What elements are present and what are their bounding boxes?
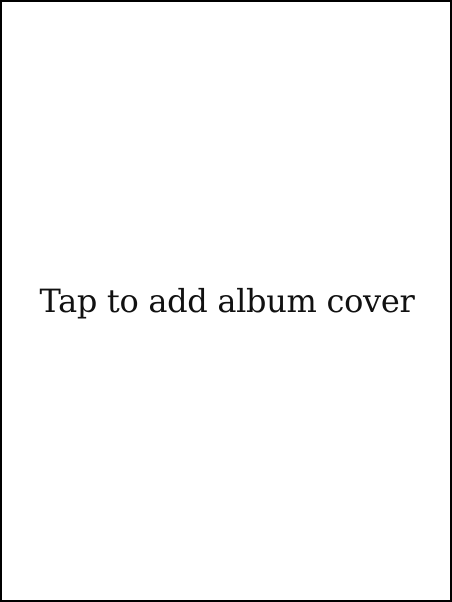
album-cover-frame: Tap to add album cover bbox=[0, 0, 452, 602]
add-album-cover-label: Tap to add album cover bbox=[39, 282, 415, 320]
add-album-cover-area[interactable]: Tap to add album cover bbox=[2, 2, 450, 600]
